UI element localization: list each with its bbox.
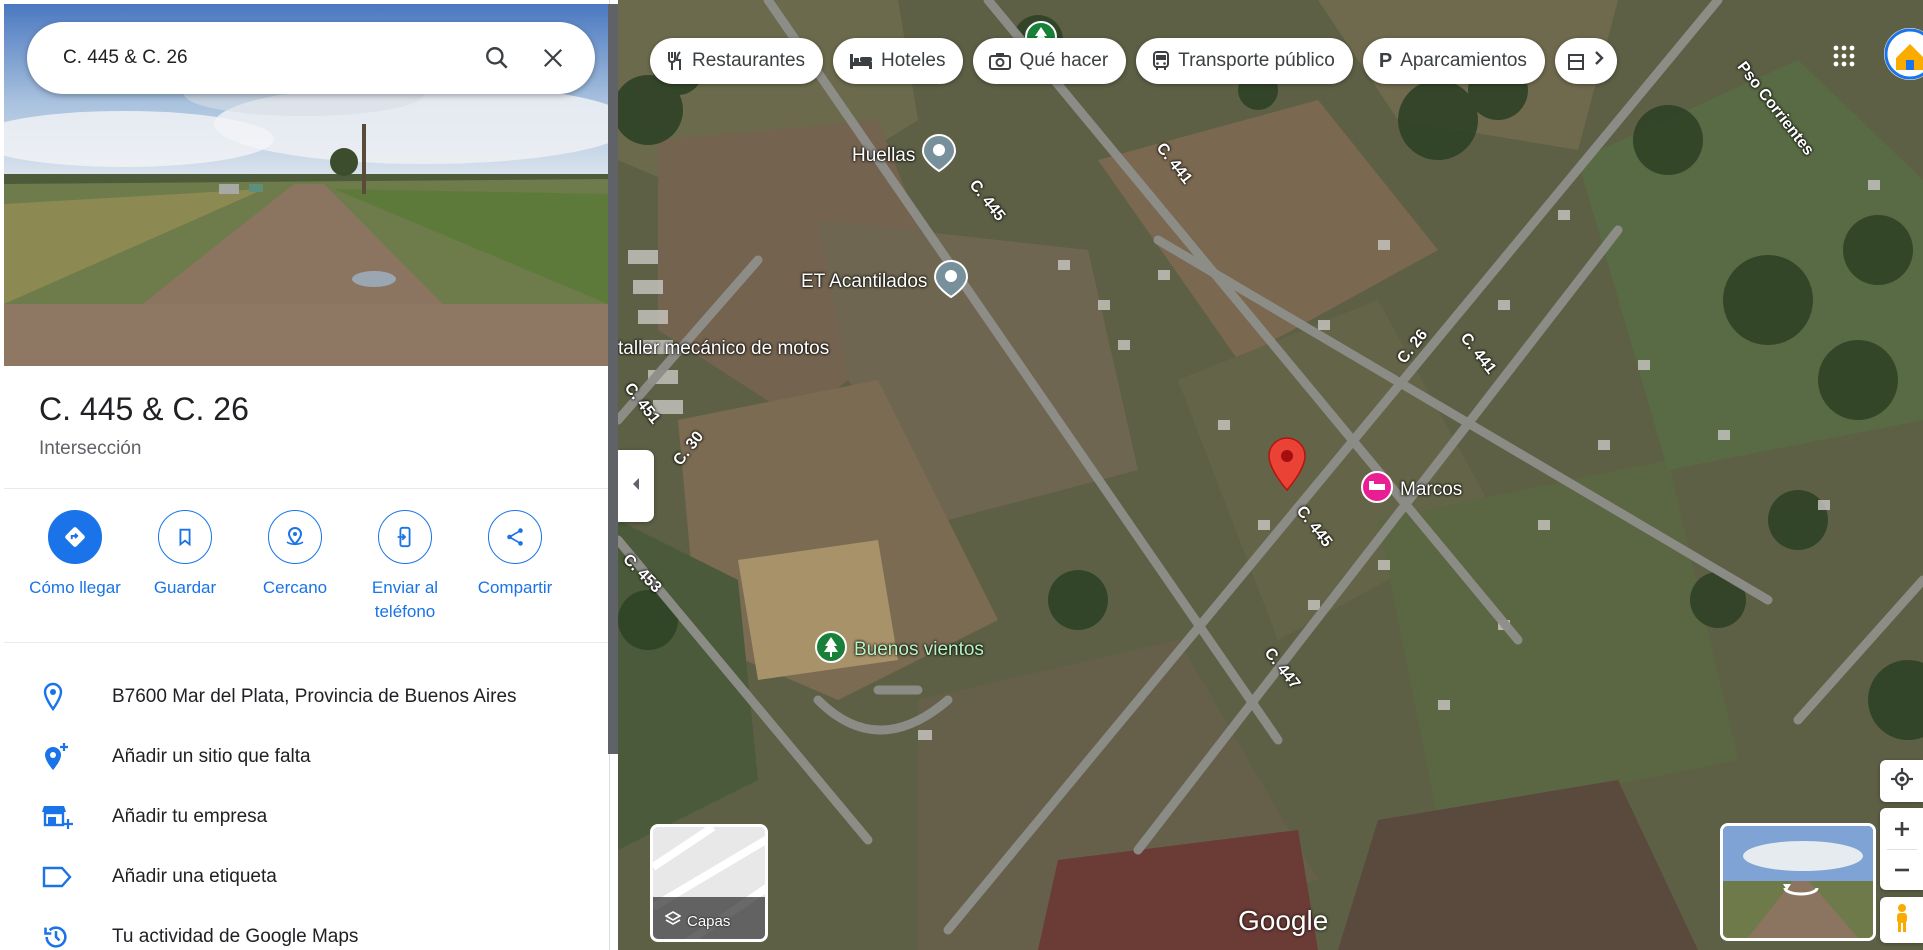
search-icon[interactable] [469, 30, 525, 86]
add-missing-place-text: Añadir un sitio que falta [112, 746, 311, 767]
chip-things-to-do[interactable]: Qué hacer [973, 38, 1127, 84]
add-location-icon [0, 742, 112, 772]
share-label: Compartir [477, 578, 553, 597]
divider [4, 488, 608, 489]
add-label-row[interactable]: Añadir una etiqueta [0, 848, 606, 906]
chip-transit[interactable]: Transporte público [1136, 38, 1353, 84]
map-canvas[interactable]: C. 445 C. 445 C. 441 C. 441 C. 26 C. 451… [618, 0, 1923, 950]
share-button[interactable]: Compartir [460, 510, 570, 624]
camera-icon [989, 52, 1012, 70]
zoom-controls [1880, 808, 1923, 890]
poi-buenos-vientos[interactable]: Buenos vientos [814, 630, 984, 669]
restaurant-icon [666, 51, 684, 71]
maps-activity-row[interactable]: Tu actividad de Google Maps [0, 908, 606, 950]
my-location-icon [1890, 767, 1914, 796]
poi-et-acantilados[interactable]: ET Acantilados [801, 259, 969, 304]
divider [4, 642, 608, 643]
add-label-text: Añadir una etiqueta [112, 866, 277, 887]
address-row[interactable]: B7600 Mar del Plata, Provincia de Buenos… [0, 668, 606, 726]
hotel-marker-icon [1360, 470, 1394, 509]
bus-icon [1152, 51, 1170, 71]
layers-label: Capas [664, 911, 730, 931]
page-title: C. 445 & C. 26 [39, 391, 249, 427]
zoom-in-button[interactable] [1893, 809, 1911, 849]
poi-label: Huellas [852, 144, 916, 166]
save-label: Guardar [153, 578, 217, 597]
add-business-icon [0, 803, 112, 831]
selected-location-pin[interactable] [1266, 436, 1308, 497]
poi-label: Buenos vientos [854, 638, 984, 660]
maps-activity-text: Tu actividad de Google Maps [112, 926, 359, 947]
zoom-out-button[interactable] [1893, 850, 1911, 890]
send-to-phone-button[interactable]: Enviar al teléfono [350, 510, 460, 624]
parking-icon: P [1378, 49, 1393, 72]
layers-icon [664, 911, 682, 931]
history-icon [0, 923, 112, 950]
chip-label: Transporte público [1178, 50, 1335, 71]
add-missing-place-row[interactable]: Añadir un sitio que falta [0, 728, 606, 786]
pegman-button[interactable] [1880, 897, 1923, 943]
my-location-button[interactable] [1880, 760, 1923, 802]
chip-label: Restaurantes [692, 50, 806, 71]
place-type: Intersección [39, 438, 142, 459]
save-button[interactable]: Guardar [130, 510, 240, 624]
add-business-text: Añadir tu empresa [112, 806, 268, 827]
panel-scrollbar[interactable] [608, 4, 618, 754]
chip-label: Qué hacer [1019, 50, 1109, 71]
send-to-phone-label: Enviar al teléfono [371, 578, 439, 621]
directions-button[interactable]: Cómo llegar [20, 510, 130, 624]
poi-label: ET Acantilados [801, 270, 928, 292]
address-text: B7600 Mar del Plata, Provincia de Buenos… [112, 686, 517, 707]
chip-label: Aparcamientos [1400, 50, 1527, 71]
bookmark-icon [158, 510, 212, 564]
place-panel: C. 445 & C. 26 C. 445 & C. 26 Intersecci… [0, 0, 610, 950]
poi-marcos[interactable]: Marcos [1360, 470, 1462, 509]
label-icon [0, 866, 112, 888]
chip-label: Hoteles [881, 50, 946, 71]
place-marker-icon [933, 259, 969, 304]
street-view-thumbnail[interactable] [1720, 823, 1876, 941]
nearby-icon [268, 510, 322, 564]
chip-hotels[interactable]: Hoteles [833, 38, 964, 84]
bed-icon [849, 52, 873, 70]
poi-taller[interactable]: taller mecánico de motos [618, 338, 829, 360]
close-icon[interactable] [525, 30, 581, 86]
nearby-button[interactable]: Cercano [240, 510, 350, 624]
location-pin-icon [0, 682, 112, 712]
action-buttons: Cómo llegar Guardar Cercano Enviar al te… [20, 510, 600, 624]
share-icon [488, 510, 542, 564]
park-marker-icon [814, 630, 848, 669]
collapse-panel-button[interactable] [618, 450, 654, 522]
building-icon [1567, 52, 1585, 70]
directions-label: Cómo llegar [29, 578, 121, 597]
search-input[interactable]: C. 445 & C. 26 [63, 47, 469, 69]
chip-parking[interactable]: P Aparcamientos [1362, 38, 1545, 84]
chip-more[interactable] [1554, 38, 1617, 84]
phone-icon [378, 510, 432, 564]
chip-restaurants[interactable]: Restaurantes [650, 38, 824, 84]
chevron-left-icon [631, 477, 641, 496]
google-apps-icon[interactable] [1824, 36, 1864, 76]
chevron-right-icon[interactable] [1593, 50, 1605, 72]
category-chips: Restaurantes Hoteles Qué hacer Transport… [650, 38, 1617, 84]
add-business-row[interactable]: Añadir tu empresa [0, 788, 606, 846]
search-box[interactable]: C. 445 & C. 26 [27, 22, 595, 94]
nearby-label: Cercano [262, 578, 328, 597]
directions-icon [48, 510, 102, 564]
poi-label: Marcos [1400, 478, 1463, 500]
pegman-icon [1894, 903, 1910, 938]
poi-huellas[interactable]: Huellas [852, 133, 957, 178]
google-logo: Google [1238, 905, 1329, 936]
layers-button[interactable]: Capas [650, 824, 768, 942]
place-marker-icon [921, 133, 957, 178]
